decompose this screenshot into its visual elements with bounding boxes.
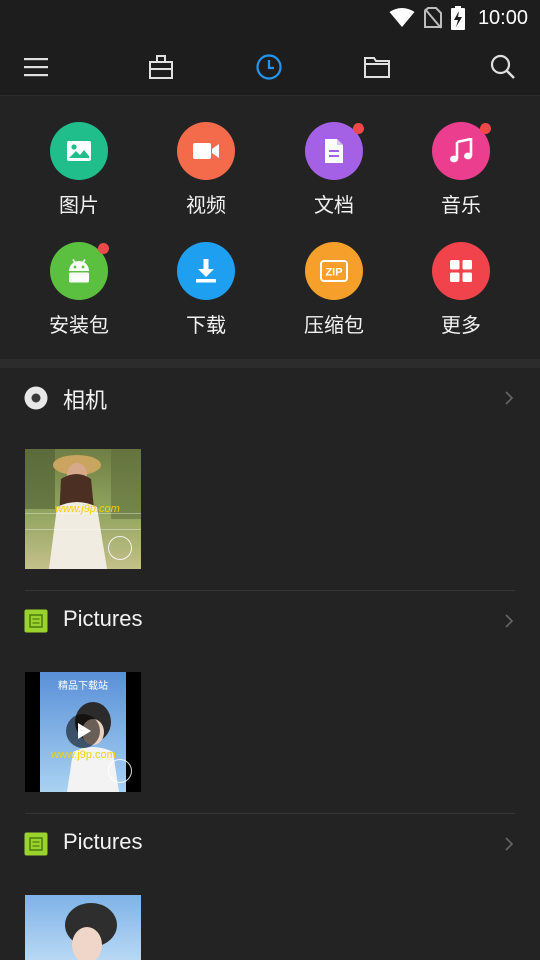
category-label: 文档 [314,193,354,217]
folder-tab[interactable] [362,52,392,82]
photo-thumbnail-image [25,895,141,960]
category-label: 图片 [59,193,99,217]
grid-more-icon [450,260,472,282]
section-header-pictures[interactable]: Pictures [0,591,540,651]
media-thumbnail[interactable]: www.j9p.com [25,449,141,569]
category-label: 更多 [441,313,481,337]
menu-icon [24,58,48,77]
chevron-right-icon [505,837,514,851]
new-badge [353,123,364,134]
category-label: 安装包 [49,313,109,337]
image-icon [67,141,91,161]
select-checkbox[interactable] [108,759,132,783]
category-videos[interactable]: 视频 [151,122,261,232]
pictures-folder-icon [24,609,48,633]
recent-clock-icon [256,54,282,80]
top-toolbar [0,38,540,96]
section-title: Pictures [63,829,143,854]
search-icon [490,54,515,79]
category-circle [177,122,235,180]
svg-text:ZIP: ZIP [325,267,342,279]
category-label: 压缩包 [304,313,364,337]
download-icon [196,259,216,283]
video-camera-icon [193,143,219,159]
category-circle [177,242,235,300]
camera-lens-icon [24,386,48,410]
select-checkbox[interactable] [108,536,132,560]
new-badge [98,243,109,254]
category-images[interactable]: 图片 [24,122,134,232]
section-header-camera[interactable]: 相机 [0,368,540,428]
category-circle [432,122,491,180]
category-documents[interactable]: 文档 [279,122,389,232]
category-grid: 图片 视频 文档 音乐 安装包 下载 ZIP 压缩包 更多 [0,97,540,359]
category-circle [50,122,108,180]
chevron-right-icon [505,614,514,628]
battery-charging-icon [450,6,465,30]
android-icon [69,259,89,283]
category-label: 视频 [186,193,226,217]
section-divider [0,359,540,368]
watermark-text: 精品下载站 [58,681,108,692]
category-circle [432,242,490,300]
search-button[interactable] [488,52,518,82]
music-note-icon [450,138,473,163]
media-thumbnail[interactable]: 精品下载站 www.j9p.com [25,672,141,792]
section-title: Pictures [63,606,143,631]
wifi-icon [389,8,415,27]
category-circle [305,122,364,180]
zip-icon: ZIP [320,260,348,282]
no-sim-icon [423,7,442,29]
status-time: 10:00 [477,6,528,29]
watermark-text: www.j9p.com [51,749,116,761]
menu-button[interactable] [21,52,51,82]
section-title: 相机 [63,388,108,413]
toolbox-tab[interactable] [146,52,176,82]
category-more[interactable]: 更多 [406,242,516,352]
section-header-pictures[interactable]: Pictures [0,814,540,874]
watermark-text: www.j9p.com [55,503,120,515]
toolbox-icon [149,55,173,79]
document-icon [325,139,343,163]
chevron-right-icon [505,391,514,405]
recent-tab[interactable] [254,52,284,82]
status-bar: 10:00 [0,0,540,38]
category-music[interactable]: 音乐 [406,122,516,232]
category-circle: ZIP [305,242,363,300]
media-thumbnail[interactable] [25,895,141,960]
status-icons: 10:00 [389,5,528,31]
category-circle [50,242,109,300]
pictures-folder-icon [24,832,48,856]
new-badge [480,123,491,134]
folder-icon [364,57,390,78]
category-downloads[interactable]: 下载 [151,242,261,352]
category-apks[interactable]: 安装包 [24,242,134,352]
category-label: 音乐 [441,193,481,217]
category-archives[interactable]: ZIP 压缩包 [279,242,389,352]
category-label: 下载 [186,313,226,337]
